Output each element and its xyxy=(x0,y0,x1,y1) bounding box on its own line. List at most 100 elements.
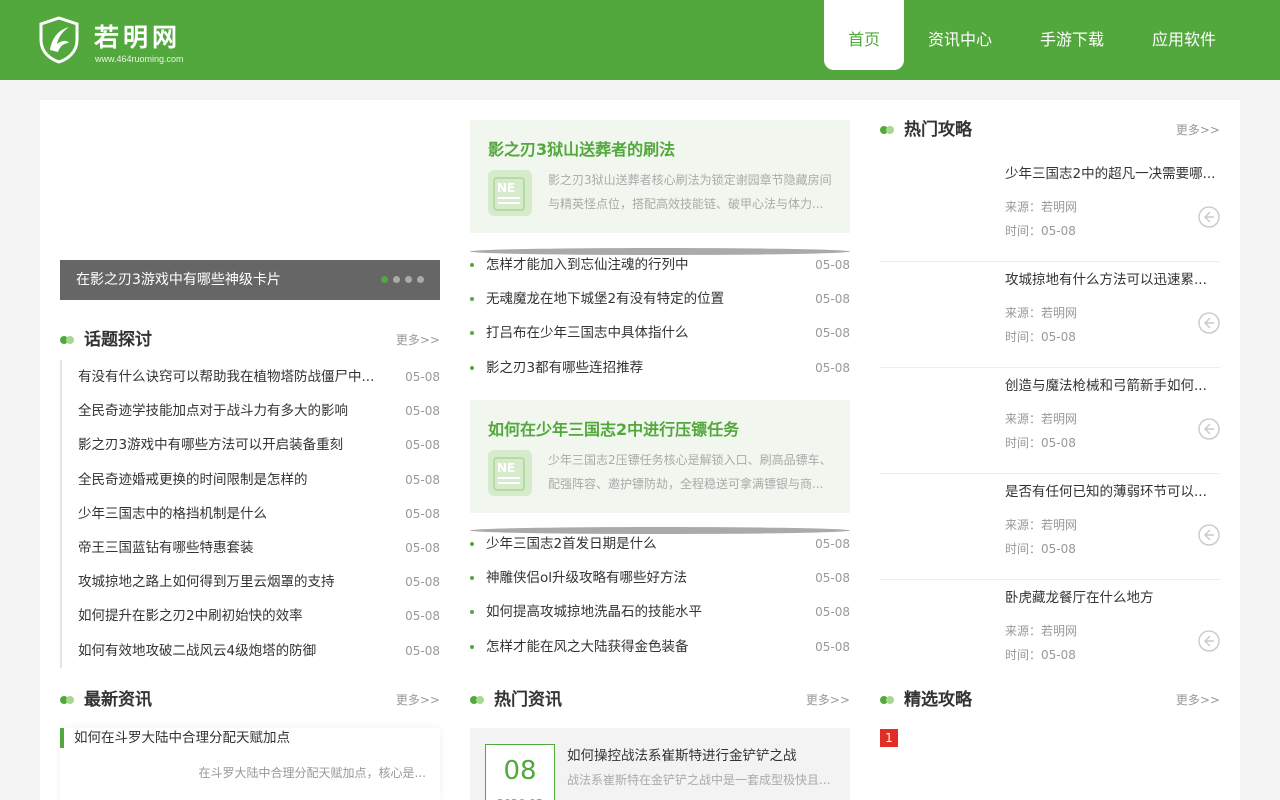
list-item[interactable]: 打吕布在少年三国志中具体指什么 05-08 xyxy=(470,316,850,350)
topics-list: 有没有什么诀窍可以帮助我在植物塔防战僵尸中... 05-08 全民奇迹学技能加点对… xyxy=(60,360,440,668)
nav-item-news[interactable]: 资讯中心 xyxy=(904,0,1016,70)
latest-article-card[interactable]: 如何在斗罗大陆中合理分配天赋加点 在斗罗大陆中合理分配天赋加点，核心是... xyxy=(60,728,440,800)
list-item[interactable]: 怎样才能在风之大陆获得金色装备 05-08 xyxy=(470,630,850,664)
slider-caption[interactable]: 在影之刃3游戏中有哪些神级卡片 xyxy=(60,260,440,300)
list-item-title[interactable]: 神雕侠侣ol升级攻略有哪些好方法 xyxy=(486,561,687,595)
site-logo[interactable]: 若明网 www.464ruoming.com xyxy=(38,16,198,68)
list-item[interactable]: 神雕侠侣ol升级攻略有哪些好方法 05-08 xyxy=(470,561,850,595)
list-item-title[interactable]: 如何有效地攻破二战风云4级炮塔的防御 xyxy=(78,634,316,668)
featured-title[interactable]: 影之刃3狱山送葬者的刷法 xyxy=(488,136,675,160)
list-item-title[interactable]: 影之刃3都有哪些连招推荐 xyxy=(486,351,643,385)
guide-source: 来源：若明网 xyxy=(1005,624,1078,638)
news-icon: NE xyxy=(488,170,532,216)
arrow-left-circle-icon[interactable] xyxy=(1198,524,1220,546)
image-slider[interactable]: 在影之刃3游戏中有哪些神级卡片 xyxy=(60,120,440,300)
arrow-left-circle-icon[interactable] xyxy=(1198,418,1220,440)
bullet xyxy=(470,263,474,267)
slider-dot[interactable] xyxy=(393,276,400,283)
list-item[interactable]: 全民奇迹学技能加点对于战斗力有多大的影响 05-08 xyxy=(60,394,440,429)
guide-card[interactable]: 少年三国志2中的超凡一决需要哪... 来源：若明网 时间：05-08 xyxy=(880,156,1220,262)
hot-news-title[interactable]: 如何操控战法系崔斯特进行金铲铲之战 xyxy=(567,744,797,764)
list-item[interactable]: 少年三国志中的格挡机制是什么 05-08 xyxy=(60,496,440,531)
list-item-title[interactable]: 少年三国志中的格挡机制是什么 xyxy=(78,497,267,531)
list-item[interactable]: 怎样才能加入到忘仙注魂的行列中 05-08 xyxy=(470,248,850,282)
nav-item-home[interactable]: 首页 xyxy=(823,0,904,70)
list-item[interactable]: 少年三国志2首发日期是什么 05-08 xyxy=(470,527,850,561)
guide-title[interactable]: 是否有任何已知的薄弱环节可以... xyxy=(1005,480,1220,500)
list-item-date: 05-08 xyxy=(405,575,440,590)
bullet xyxy=(470,297,474,302)
news-icon: NE xyxy=(488,450,532,496)
featured-description: 影之刃3狱山送葬者核心刷法为锁定谢园章节隐藏房间与精英怪点位，搭配高效技能链、破… xyxy=(548,173,832,211)
list-item[interactable]: 有没有什么诀窍可以帮助我在植物塔防战僵尸中... 05-08 xyxy=(60,360,440,395)
list-item-title[interactable]: 打吕布在少年三国志中具体指什么 xyxy=(486,316,689,350)
arrow-left-circle-icon[interactable] xyxy=(1198,630,1220,652)
more-link[interactable]: 更多>> xyxy=(1176,121,1220,138)
more-link[interactable]: 更多>> xyxy=(396,331,440,348)
list-item[interactable]: 如何有效地攻破二战风云4级炮塔的防御 05-08 xyxy=(60,633,440,668)
list-item[interactable]: 影之刃3游戏中有哪些方法可以开启装备重刻 05-08 xyxy=(60,428,440,463)
logo-shield-icon xyxy=(39,16,79,64)
list-item-title[interactable]: 全民奇迹学技能加点对于战斗力有多大的影响 xyxy=(78,394,348,428)
list-item[interactable]: 攻城掠地之路上如何得到万里云烟罩的支持 05-08 xyxy=(60,565,440,600)
section-title: 最新资讯 xyxy=(84,690,152,710)
guide-card[interactable]: 是否有任何已知的薄弱环节可以... 来源：若明网 时间：05-08 xyxy=(880,474,1220,580)
guide-title[interactable]: 卧虎藏龙餐厅在什么地方 xyxy=(1005,586,1220,606)
list-item-date: 05-08 xyxy=(815,639,850,654)
list-item[interactable]: 影之刃3都有哪些连招推荐 05-08 xyxy=(470,351,850,385)
list-item-title[interactable]: 怎样才能在风之大陆获得金色装备 xyxy=(486,630,689,664)
picks-heading: 精选攻略 更多>> xyxy=(880,688,1220,712)
list-item-title[interactable]: 少年三国志2首发日期是什么 xyxy=(486,527,657,561)
slider-dot[interactable] xyxy=(405,276,412,283)
guide-source: 来源：若明网 xyxy=(1005,200,1078,214)
arrow-left-circle-icon[interactable] xyxy=(1198,206,1220,228)
slider-dot[interactable] xyxy=(381,276,388,283)
list-item[interactable]: 如何提高攻城掠地洗晶石的技能水平 05-08 xyxy=(470,595,850,629)
bullet xyxy=(470,610,474,615)
list-item[interactable]: 无魂魔龙在地下城堡2有没有特定的位置 05-08 xyxy=(470,282,850,316)
guide-card[interactable]: 卧虎藏龙餐厅在什么地方 来源：若明网 时间：05-08 xyxy=(880,580,1220,686)
nav-item-games[interactable]: 手游下载 xyxy=(1016,0,1128,70)
site-header: 若明网 www.464ruoming.com 首页 资讯中心 手游下载 应用软件 xyxy=(0,0,1280,80)
more-link[interactable]: 更多>> xyxy=(806,691,850,708)
heading-bullets xyxy=(880,126,896,134)
list-item-date: 05-08 xyxy=(405,472,440,487)
list-item-date: 05-08 xyxy=(405,609,440,624)
list-item-date: 05-08 xyxy=(405,540,440,555)
slider-dot[interactable] xyxy=(417,276,424,283)
featured-title[interactable]: 如何在少年三国志2中进行压镖任务 xyxy=(488,416,739,440)
featured-article[interactable]: 如何在少年三国志2中进行压镖任务 NE 少年三国志2压镖任务核心是解锁入口、刷高… xyxy=(470,400,850,513)
hot-news-card[interactable]: 08 2026-05 如何操控战法系崔斯特进行金铲铲之战 战法系崔斯特在金铲铲之… xyxy=(470,728,850,800)
list-item-title[interactable]: 有没有什么诀窍可以帮助我在植物塔防战僵尸中... xyxy=(78,360,374,394)
more-link[interactable]: 更多>> xyxy=(396,691,440,708)
list-item-title[interactable]: 帝王三国蓝钻有哪些特惠套装 xyxy=(78,531,254,565)
list-item-title[interactable]: 攻城掠地之路上如何得到万里云烟罩的支持 xyxy=(78,565,335,599)
guide-card[interactable]: 攻城掠地有什么方法可以迅速累... 来源：若明网 时间：05-08 xyxy=(880,262,1220,368)
bullet xyxy=(470,644,474,649)
list-item-title[interactable]: 影之刃3游戏中有哪些方法可以开启装备重刻 xyxy=(78,428,343,462)
list-item[interactable]: 如何提升在影之刃2中刷初始快的效率 05-08 xyxy=(60,599,440,634)
section-title: 精选攻略 xyxy=(904,690,972,710)
list-item[interactable]: 帝王三国蓝钻有哪些特惠套装 05-08 xyxy=(60,530,440,566)
rank-badge: 1 xyxy=(880,729,898,747)
guide-title[interactable]: 创造与魔法枪械和弓箭新手如何... xyxy=(1005,374,1220,394)
site-url: www.464ruoming.com xyxy=(95,54,184,64)
list-item-title[interactable]: 怎样才能加入到忘仙注魂的行列中 xyxy=(486,248,689,282)
guide-title[interactable]: 攻城掠地有什么方法可以迅速累... xyxy=(1005,268,1220,288)
latest-article-title[interactable]: 如何在斗罗大陆中合理分配天赋加点 xyxy=(60,728,290,748)
list-item-date: 05-08 xyxy=(815,292,850,307)
bullet xyxy=(470,331,474,336)
guide-title[interactable]: 少年三国志2中的超凡一决需要哪... xyxy=(1005,162,1220,182)
list-item-title[interactable]: 无魂魔龙在地下城堡2有没有特定的位置 xyxy=(486,282,724,316)
featured-article[interactable]: 影之刃3狱山送葬者的刷法 NE 影之刃3狱山送葬者核心刷法为锁定谢园章节隐藏房间… xyxy=(470,120,850,233)
more-link[interactable]: 更多>> xyxy=(1176,691,1220,708)
list-item-title[interactable]: 如何提高攻城掠地洗晶石的技能水平 xyxy=(486,595,702,629)
arrow-left-circle-icon[interactable] xyxy=(1198,312,1220,334)
list-item-title[interactable]: 全民奇迹婚戒更换的时间限制是怎样的 xyxy=(78,463,308,497)
nav-item-apps[interactable]: 应用软件 xyxy=(1128,0,1240,70)
list-item-title[interactable]: 如何提升在影之刃2中刷初始快的效率 xyxy=(78,599,303,633)
guide-card[interactable]: 创造与魔法枪械和弓箭新手如何... 来源：若明网 时间：05-08 xyxy=(880,368,1220,474)
slider-caption-text: 在影之刃3游戏中有哪些神级卡片 xyxy=(76,272,281,288)
hot-guides-heading: 热门攻略 更多>> xyxy=(880,118,1220,142)
list-item[interactable]: 全民奇迹婚戒更换的时间限制是怎样的 05-08 xyxy=(60,462,440,497)
